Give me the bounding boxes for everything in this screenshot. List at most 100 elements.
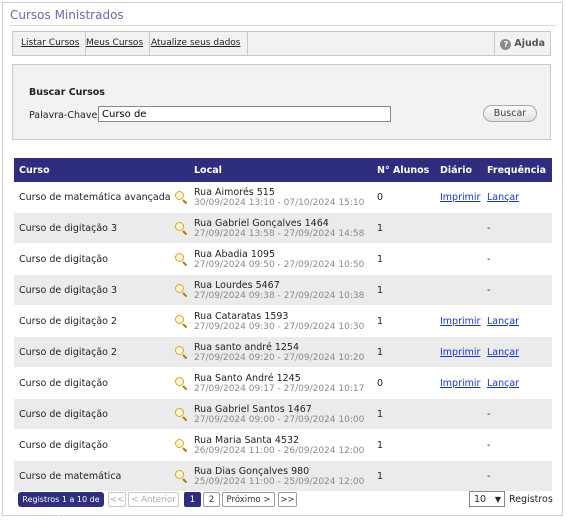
- magnifier-icon[interactable]: [175, 191, 188, 205]
- cell-frequencia: Lançar: [482, 305, 552, 337]
- keyword-input[interactable]: [98, 106, 391, 122]
- diario-imprimir-link[interactable]: Imprimir: [440, 192, 480, 203]
- diario-imprimir-link[interactable]: Imprimir: [440, 316, 480, 327]
- magnifier-icon[interactable]: [175, 222, 188, 236]
- diario-imprimir-link[interactable]: Imprimir: [440, 378, 480, 389]
- cell-alunos: 1: [372, 460, 435, 492]
- cell-curso: Curso de digitação: [14, 243, 189, 275]
- page-size-value: 10: [474, 494, 487, 505]
- search-title: Buscar Cursos: [29, 87, 105, 98]
- cell-curso: Curso de digitação 3: [14, 274, 189, 306]
- frequencia-lancar-link[interactable]: Lançar: [487, 347, 519, 358]
- frequencia-lancar-link[interactable]: Lançar: [487, 316, 519, 327]
- cell-curso: Curso de digitação: [14, 367, 189, 399]
- table-row: Curso de digitação 3 Rua Lourdes 5467 27/0…: [14, 274, 552, 306]
- magnifier-icon[interactable]: [175, 284, 188, 298]
- cell-local: Rua Aimorés 515 30/09/2024 13:10 - 07/10/…: [175, 182, 372, 213]
- first-page-button[interactable]: <<: [108, 492, 126, 507]
- cell-local: Rua Dias Gonçalves 980 25/09/2024 11:00 -…: [175, 460, 372, 492]
- cell-curso: Curso de digitação 3: [14, 212, 189, 244]
- cell-alunos: 1: [372, 398, 435, 430]
- page-size-label: Registros: [509, 494, 553, 505]
- page-1-button[interactable]: 1: [184, 492, 201, 507]
- last-page-button[interactable]: >>: [278, 492, 297, 507]
- table-row: Curso de digitação Rua Maria Santa 4532 26…: [14, 429, 552, 461]
- magnifier-icon[interactable]: [175, 377, 188, 391]
- cell-curso: Curso de digitação 2: [14, 305, 189, 337]
- title-divider: [9, 25, 556, 26]
- header-curso: Curso: [14, 158, 189, 182]
- cell-local: Rua Cataratas 1593 27/09/2024 09:30 - 27/…: [175, 305, 372, 337]
- magnifier-icon[interactable]: [175, 470, 188, 484]
- cell-diario: Imprimir: [435, 336, 482, 368]
- cell-frequencia: -: [482, 274, 552, 306]
- location-period: 27/09/2024 09:30 - 27/09/2024 10:30: [194, 321, 365, 332]
- frequencia-lancar-link[interactable]: Lançar: [487, 378, 519, 389]
- cell-alunos: 1: [372, 274, 435, 306]
- location-period: 27/09/2024 09:17 - 27/09/2024 10:17: [194, 383, 365, 394]
- location-period: 27/09/2024 09:38 - 27/09/2024 10:38: [194, 290, 365, 301]
- search-button[interactable]: Buscar: [483, 105, 537, 122]
- courses-table: Curso Local N° Alunos Diário Frequência …: [14, 158, 552, 492]
- location-address: Rua Maria Santa 4532: [194, 434, 300, 446]
- cell-diario: Imprimir: [435, 182, 482, 213]
- cell-diario: [435, 243, 482, 275]
- location-period: 27/09/2024 09:00 - 27/09/2024 10:00: [194, 414, 365, 425]
- location-period: 27/09/2024 13:58 - 27/09/2024 14:58: [194, 228, 365, 239]
- frequencia-empty: -: [487, 439, 491, 451]
- cell-alunos: 1: [372, 336, 435, 368]
- keyword-label: Palavra-Chave:: [29, 110, 101, 121]
- cell-local: Rua Santo André 1245 27/09/2024 09:17 - 2…: [175, 367, 372, 399]
- magnifier-icon[interactable]: [175, 346, 188, 360]
- location-address: Rua Cataratas 1593: [194, 310, 289, 322]
- frequencia-empty: -: [487, 253, 491, 265]
- cell-frequencia: Lançar: [482, 336, 552, 368]
- cell-local: Rua Gabriel Gonçalves 1464 27/09/2024 13:…: [175, 212, 372, 244]
- previous-page-button[interactable]: < Anterior: [128, 492, 179, 507]
- page-size-select[interactable]: 10 ▼: [469, 491, 505, 507]
- location-period: 27/09/2024 09:50 - 27/09/2024 10:50: [194, 259, 365, 270]
- table-row: Curso de digitação 2 Rua Cataratas 1593 27…: [14, 305, 552, 337]
- location-address: Rua santo andré 1254: [194, 341, 299, 353]
- header-diario: Diário: [435, 158, 482, 182]
- cell-alunos: 0: [372, 182, 435, 213]
- table-row: Curso de digitação Rua Gabriel Santos 146…: [14, 398, 552, 430]
- cell-frequencia: -: [482, 429, 552, 461]
- chevron-down-icon: ▼: [494, 495, 501, 504]
- cell-frequencia: Lançar: [482, 367, 552, 399]
- location-address: Rua Gabriel Santos 1467: [194, 403, 312, 415]
- magnifier-icon[interactable]: [175, 253, 188, 267]
- cell-curso: Curso de matemática avançada: [14, 182, 189, 213]
- magnifier-icon[interactable]: [175, 439, 188, 453]
- magnifier-icon[interactable]: [175, 408, 188, 422]
- cell-diario: [435, 212, 482, 244]
- menu-item-atualize-dados[interactable]: Atualize seus dados: [145, 32, 248, 55]
- location-period: 26/09/2024 11:00 - 26/09/2024 12:00: [194, 445, 365, 456]
- location-address: Rua Abadia 1095: [194, 248, 276, 260]
- cell-alunos: 1: [372, 243, 435, 275]
- menu-bar: Listar Cursos Meus Cursos Atualize seus …: [12, 31, 551, 56]
- location-period: 27/09/2024 09:20 - 27/09/2024 10:20: [194, 352, 365, 363]
- table-row: Curso de matemática Rua Dias Gonçalves 98…: [14, 460, 552, 492]
- cell-local: Rua Lourdes 5467 27/09/2024 09:38 - 27/09…: [175, 274, 372, 306]
- location-period: 25/09/2024 11:00 - 25/09/2024 12:00: [194, 476, 365, 487]
- cell-frequencia: Lançar: [482, 182, 552, 213]
- menu-item-listar-cursos[interactable]: Listar Cursos: [15, 32, 87, 55]
- menu-item-meus-cursos[interactable]: Meus Cursos: [80, 32, 151, 55]
- cell-curso: Curso de digitação 2: [14, 336, 189, 368]
- page-2-button[interactable]: 2: [203, 492, 220, 507]
- location-address: Rua Aimorés 515: [194, 186, 275, 198]
- help-button[interactable]: ? Ajuda: [494, 32, 550, 55]
- header-frequencia: Frequência: [482, 158, 552, 182]
- cell-alunos: 1: [372, 429, 435, 461]
- diario-imprimir-link[interactable]: Imprimir: [440, 347, 480, 358]
- location-address: Rua Santo André 1245: [194, 372, 301, 384]
- location-period: 30/09/2024 13:10 - 07/10/2024 15:10: [194, 197, 365, 208]
- cell-local: Rua Maria Santa 4532 26/09/2024 11:00 - 2…: [175, 429, 372, 461]
- next-page-button[interactable]: Próximo >: [222, 492, 275, 507]
- frequencia-empty: -: [487, 284, 491, 296]
- magnifier-icon[interactable]: [175, 315, 188, 329]
- table-row: Curso de matemática avançada Rua Aimorés …: [14, 182, 552, 213]
- frequencia-lancar-link[interactable]: Lançar: [487, 192, 519, 203]
- cell-frequencia: -: [482, 460, 552, 492]
